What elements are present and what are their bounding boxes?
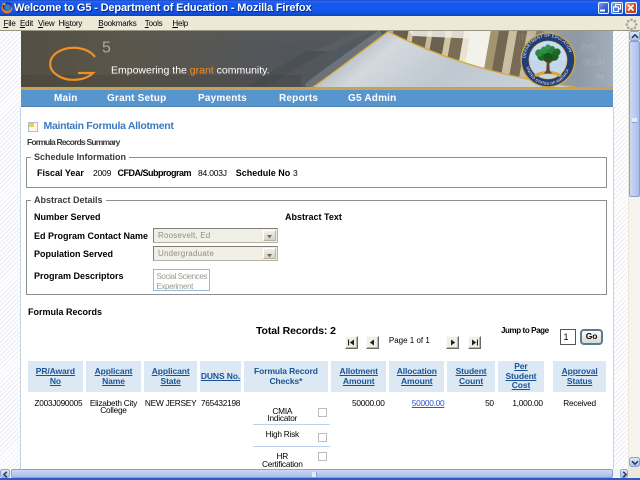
svg-text:f(x²): f(x²)	[581, 42, 595, 51]
svg-text:5: 5	[102, 40, 111, 57]
svg-text:√∫: √∫	[436, 68, 443, 77]
svg-text:∂f(x,θ): ∂f(x,θ)	[583, 58, 604, 67]
svg-text:Empowering the grant community: Empowering the grant community.	[111, 65, 270, 77]
svg-text:dx: dx	[596, 72, 604, 81]
